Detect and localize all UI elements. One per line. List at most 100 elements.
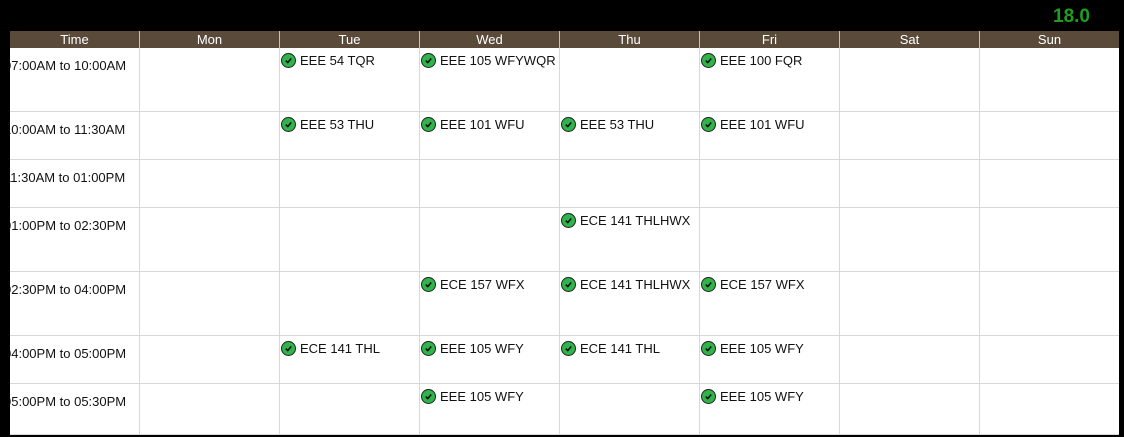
check-circle-icon	[421, 53, 436, 68]
schedule-cell-thu	[560, 384, 700, 435]
schedule-cell-fri	[700, 160, 840, 208]
course-label: ECE 157 WFX	[440, 277, 525, 292]
course-label: EEE 53 THU	[580, 117, 655, 132]
course-entry[interactable]: ECE 141 THLHWX	[561, 213, 690, 228]
schedule-cell-wed: EEE 105 WFY	[420, 384, 560, 435]
schedule-cell-wed	[420, 208, 560, 272]
schedule-cell-thu: ECE 141 THL	[560, 336, 700, 384]
check-circle-icon	[281, 117, 296, 132]
course-label: EEE 105 WFY	[440, 389, 524, 404]
schedule-cell-tue	[280, 160, 420, 208]
schedule-cell-wed: ECE 157 WFX	[420, 272, 560, 336]
course-label: ECE 141 THL	[580, 341, 660, 356]
course-entry[interactable]: EEE 101 WFU	[701, 117, 805, 132]
course-entry[interactable]: ECE 157 WFX	[701, 277, 805, 292]
schedule-cell-tue: ECE 141 THL	[280, 336, 420, 384]
header-tue: Tue	[280, 31, 420, 48]
schedule-cell-sun	[980, 208, 1119, 272]
schedule-cell-sun	[980, 272, 1119, 336]
schedule-cell-tue: EEE 53 THU	[280, 112, 420, 160]
schedule-cell-mon	[140, 48, 280, 112]
schedule-cell-sun	[980, 160, 1119, 208]
course-label: EEE 101 WFU	[720, 117, 805, 132]
schedule-cell-fri: ECE 157 WFX	[700, 272, 840, 336]
course-entry[interactable]: EEE 105 WFYWQR	[421, 53, 556, 68]
schedule-cell-tue	[280, 208, 420, 272]
schedule-cell-fri: EEE 105 WFY	[700, 384, 840, 435]
schedule-cell-thu: ECE 141 THLHWX	[560, 208, 700, 272]
schedule-cell-mon	[140, 336, 280, 384]
schedule-cell-sat	[840, 112, 980, 160]
course-entry[interactable]: EEE 101 WFU	[421, 117, 525, 132]
schedule-cell-thu	[560, 48, 700, 112]
total-units-label: 18.0	[1053, 6, 1090, 27]
schedule-cell-sun	[980, 112, 1119, 160]
course-entry[interactable]: ECE 141 THL	[561, 341, 660, 356]
schedule-cell-mon	[140, 112, 280, 160]
course-entry[interactable]: ECE 157 WFX	[421, 277, 525, 292]
check-circle-icon	[421, 277, 436, 292]
course-label: EEE 54 TQR	[300, 53, 375, 68]
schedule-cell-fri: EEE 100 FQR	[700, 48, 840, 112]
schedule-cell-thu	[560, 160, 700, 208]
course-entry[interactable]: EEE 53 THU	[281, 117, 374, 132]
check-circle-icon	[561, 213, 576, 228]
schedule-cell-fri: EEE 105 WFY	[700, 336, 840, 384]
schedule-cell-thu: ECE 141 THLHWX	[560, 272, 700, 336]
schedule-cell-tue: EEE 54 TQR	[280, 48, 420, 112]
header-mon: Mon	[140, 31, 280, 48]
course-entry[interactable]: EEE 105 WFY	[701, 341, 804, 356]
schedule-cell-sun	[980, 384, 1119, 435]
time-slot-label: 02:30PM to 04:00PM	[10, 272, 140, 336]
course-label: EEE 105 WFYWQR	[440, 53, 556, 68]
schedule-cell-mon	[140, 272, 280, 336]
schedule-cell-sat	[840, 48, 980, 112]
course-entry[interactable]: EEE 105 WFY	[421, 341, 524, 356]
header-fri: Fri	[700, 31, 840, 48]
schedule-cell-fri	[700, 208, 840, 272]
schedule-cell-wed	[420, 160, 560, 208]
check-circle-icon	[421, 341, 436, 356]
course-label: EEE 105 WFY	[440, 341, 524, 356]
course-label: ECE 157 WFX	[720, 277, 805, 292]
course-label: EEE 100 FQR	[720, 53, 803, 68]
course-label: ECE 141 THLHWX	[580, 213, 691, 228]
time-slot-label: 01:00PM to 02:30PM	[10, 208, 140, 272]
course-entry[interactable]: EEE 105 WFY	[701, 389, 804, 404]
course-label: EEE 101 WFU	[440, 117, 525, 132]
header-wed: Wed	[420, 31, 560, 48]
course-label: EEE 105 WFY	[720, 389, 804, 404]
header-sun: Sun	[980, 31, 1119, 48]
course-label: EEE 105 WFY	[720, 341, 804, 356]
schedule-cell-tue	[280, 384, 420, 435]
check-circle-icon	[701, 117, 716, 132]
check-circle-icon	[421, 117, 436, 132]
course-entry[interactable]: ECE 141 THLHWX	[561, 277, 690, 292]
schedule-cell-fri: EEE 101 WFU	[700, 112, 840, 160]
course-entry[interactable]: EEE 53 THU	[561, 117, 654, 132]
course-entry[interactable]: EEE 54 TQR	[281, 53, 375, 68]
course-entry[interactable]: ECE 141 THL	[281, 341, 380, 356]
schedule-cell-sun	[980, 48, 1119, 112]
schedule-cell-wed: EEE 105 WFY	[420, 336, 560, 384]
header-thu: Thu	[560, 31, 700, 48]
schedule-cell-mon	[140, 160, 280, 208]
course-label: EEE 53 THU	[300, 117, 375, 132]
time-slot-label: 10:00AM to 11:30AM	[10, 112, 140, 160]
schedule-cell-sat	[840, 160, 980, 208]
time-slot-label: 05:00PM to 05:30PM	[10, 384, 140, 435]
schedule-cell-sat	[840, 272, 980, 336]
schedule-cell-wed: EEE 101 WFU	[420, 112, 560, 160]
course-entry[interactable]: EEE 100 FQR	[701, 53, 802, 68]
schedule-cell-mon	[140, 384, 280, 435]
time-slot-label: 04:00PM to 05:00PM	[10, 336, 140, 384]
check-circle-icon	[561, 117, 576, 132]
check-circle-icon	[281, 341, 296, 356]
check-circle-icon	[561, 341, 576, 356]
course-entry[interactable]: EEE 105 WFY	[421, 389, 524, 404]
schedule-cell-thu: EEE 53 THU	[560, 112, 700, 160]
course-label: ECE 141 THLHWX	[580, 277, 691, 292]
check-circle-icon	[421, 389, 436, 404]
check-circle-icon	[701, 53, 716, 68]
time-slot-label: 07:00AM to 10:00AM	[10, 48, 140, 112]
